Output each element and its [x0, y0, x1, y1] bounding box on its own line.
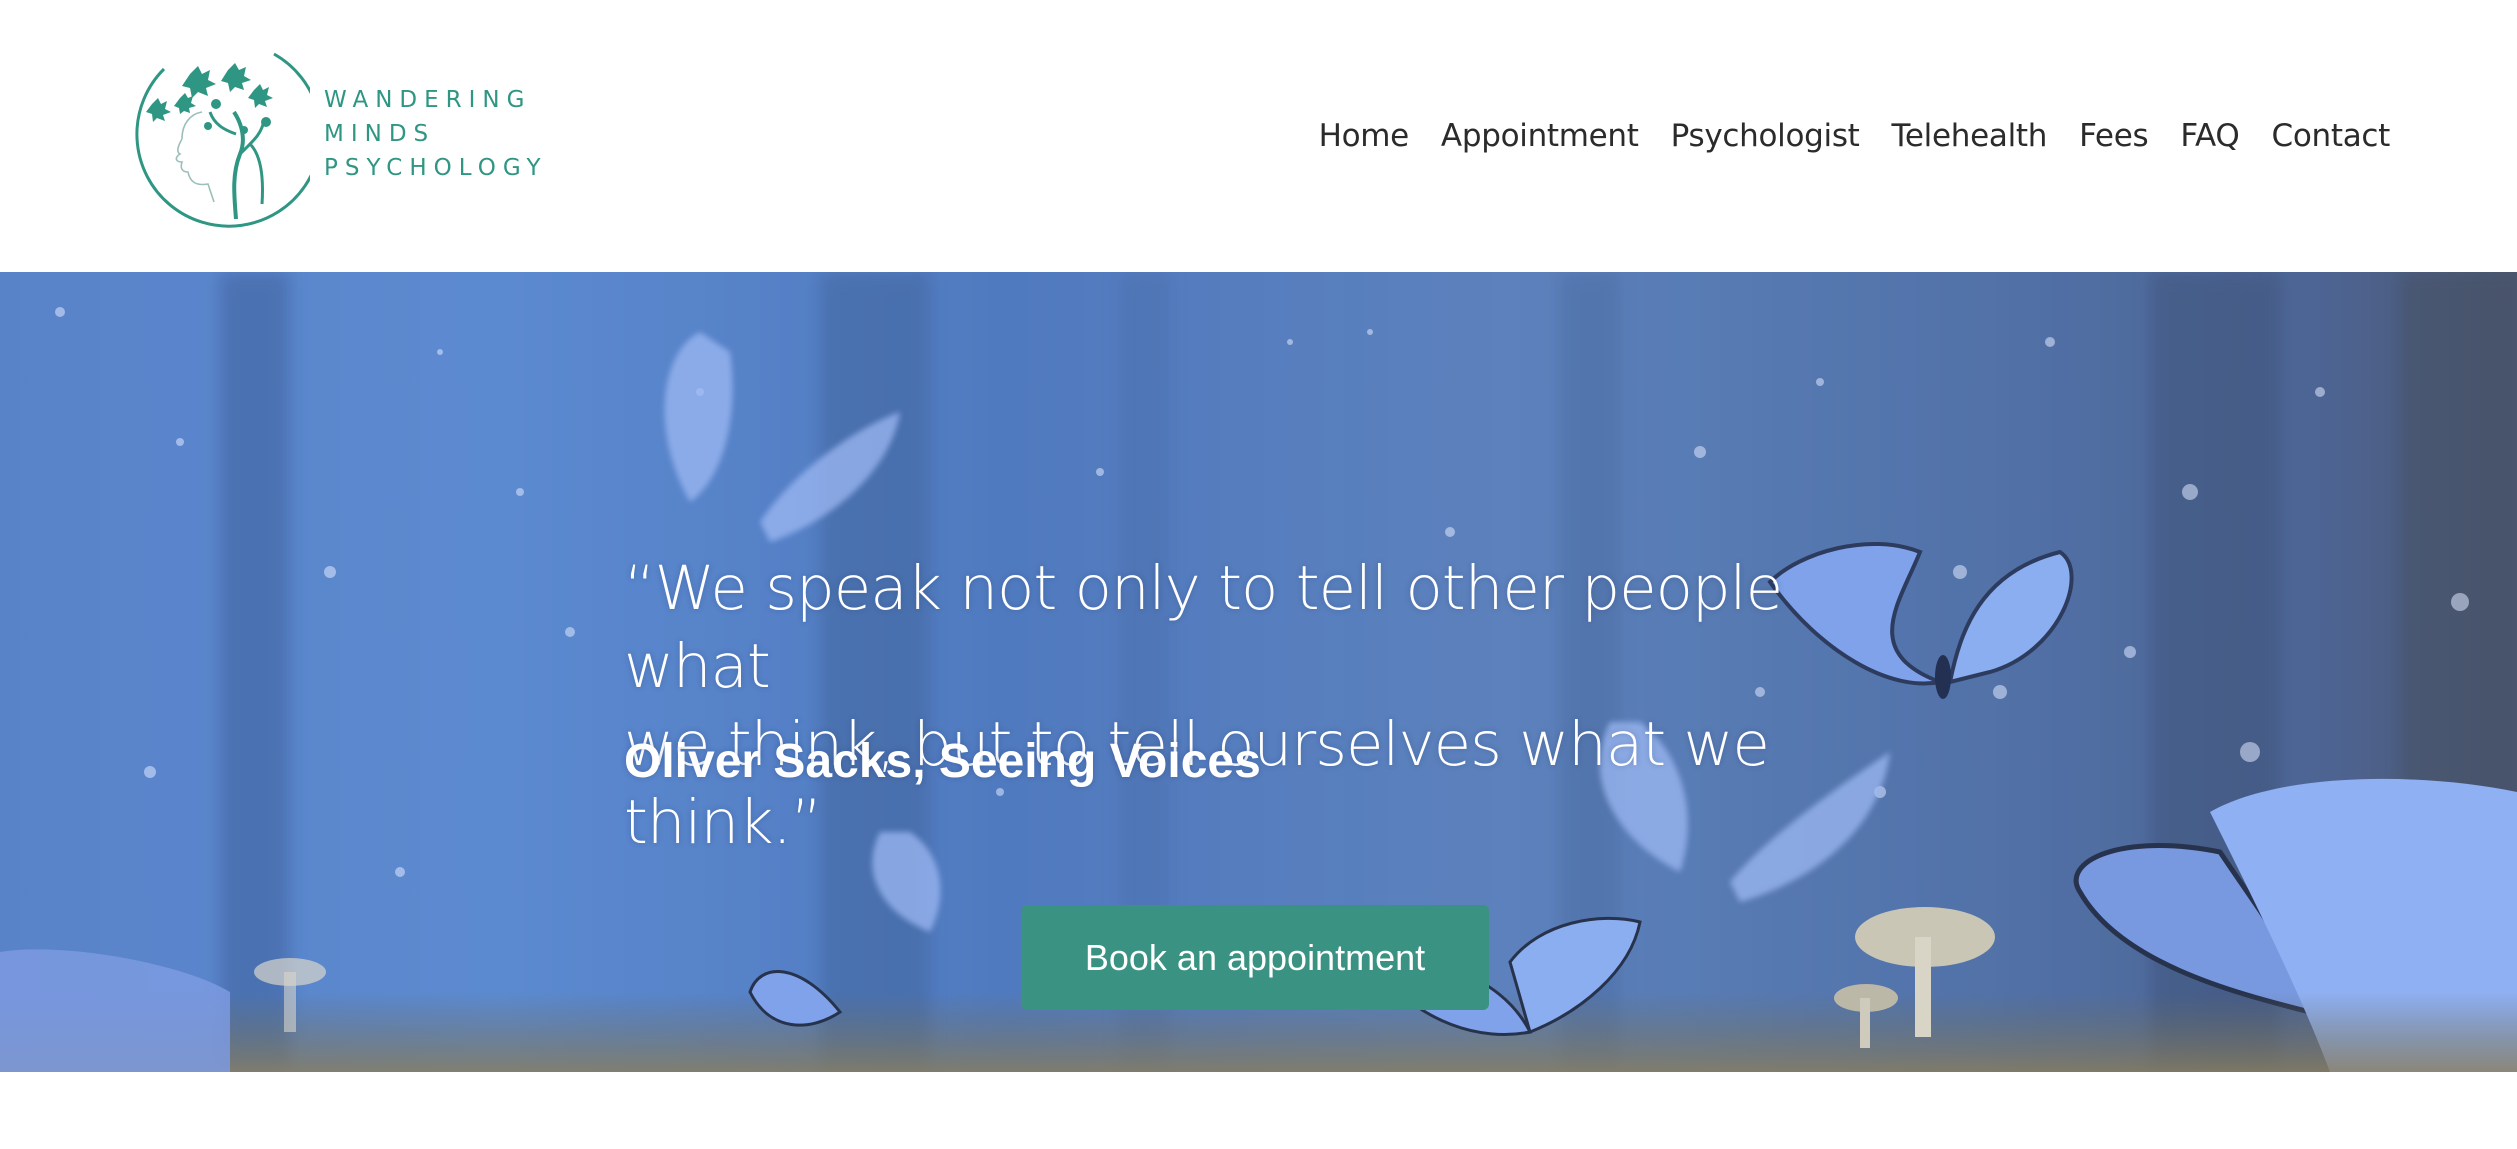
nav-item-appointment[interactable]: Appointment: [1425, 118, 1655, 154]
brain-tree-logo-icon: [135, 52, 310, 228]
hero-quote-line-1: “We speak not only to tell other people …: [624, 553, 1783, 702]
nav-item-fees[interactable]: Fees: [2063, 118, 2164, 154]
nav-item-home[interactable]: Home: [1303, 118, 1425, 154]
brand-wordmark: WANDERING MINDS PSYCHOLOGY: [324, 83, 548, 185]
hero-quote: “We speak not only to tell other people …: [624, 550, 1904, 862]
nav-item-telehealth[interactable]: Telehealth: [1876, 118, 2064, 154]
brand-line-2: MINDS: [324, 121, 436, 147]
main-nav: Home Appointment Psychologist Telehealth…: [1303, 112, 2406, 160]
brand-logo[interactable]: WANDERING MINDS PSYCHOLOGY: [124, 34, 564, 234]
nav-item-psychologist[interactable]: Psychologist: [1655, 118, 1876, 154]
hero-banner: “We speak not only to tell other people …: [0, 272, 2517, 1072]
brand-line-1: WANDERING: [324, 87, 532, 113]
hero-quote-author: Oliver Sacks, Seeing Voices: [624, 735, 1261, 788]
brand-line-3: PSYCHOLOGY: [324, 155, 548, 181]
nav-item-faq[interactable]: FAQ: [2164, 118, 2255, 154]
book-appointment-button[interactable]: Book an appointment: [1021, 905, 1489, 1010]
site-header: WANDERING MINDS PSYCHOLOGY Home Appointm…: [0, 0, 2517, 272]
nav-item-contact[interactable]: Contact: [2255, 118, 2406, 154]
